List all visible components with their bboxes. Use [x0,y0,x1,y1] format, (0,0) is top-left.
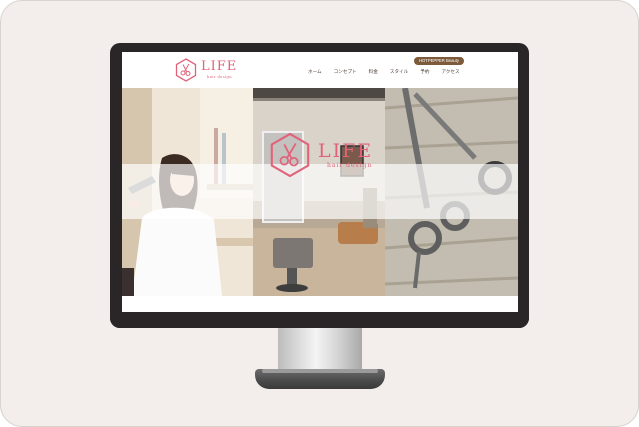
logo-subtext: hair design [207,75,232,79]
site-header: LIFE hair design HOTPEPPER Beauty ホーム コン… [122,52,518,88]
logo-text[interactable]: LIFE [201,59,237,74]
nav-item-home[interactable]: ホーム [308,69,322,79]
hero-logo-text: LIFE [318,140,374,162]
hero-logo-band [122,164,518,219]
main-nav: ホーム コンセプト 料金 スタイル 予約 アクセス [308,69,472,79]
nav-item-price[interactable]: 料金 [369,69,378,79]
scissors-hexagon-logo-icon[interactable] [174,58,198,82]
nav-item-reservation[interactable]: 予約 [420,69,429,79]
nav-item-style[interactable]: スタイル [390,69,408,79]
hero-section [122,88,518,296]
hotpepper-booking-button[interactable]: HOTPEPPER Beauty [414,57,464,65]
hero-scissors-hexagon-icon [270,132,310,178]
monitor-screen: LIFE hair design HOTPEPPER Beauty ホーム コン… [122,52,518,312]
monitor-stand-highlight [262,369,378,373]
nav-item-access[interactable]: アクセス [441,69,459,79]
page-footer-band [122,296,518,312]
monitor-stand-neck [278,328,362,372]
monitor-chin [110,318,529,328]
nav-item-concept[interactable]: コンセプト [334,69,357,79]
hero-logo-subtext: hair design [327,162,373,169]
